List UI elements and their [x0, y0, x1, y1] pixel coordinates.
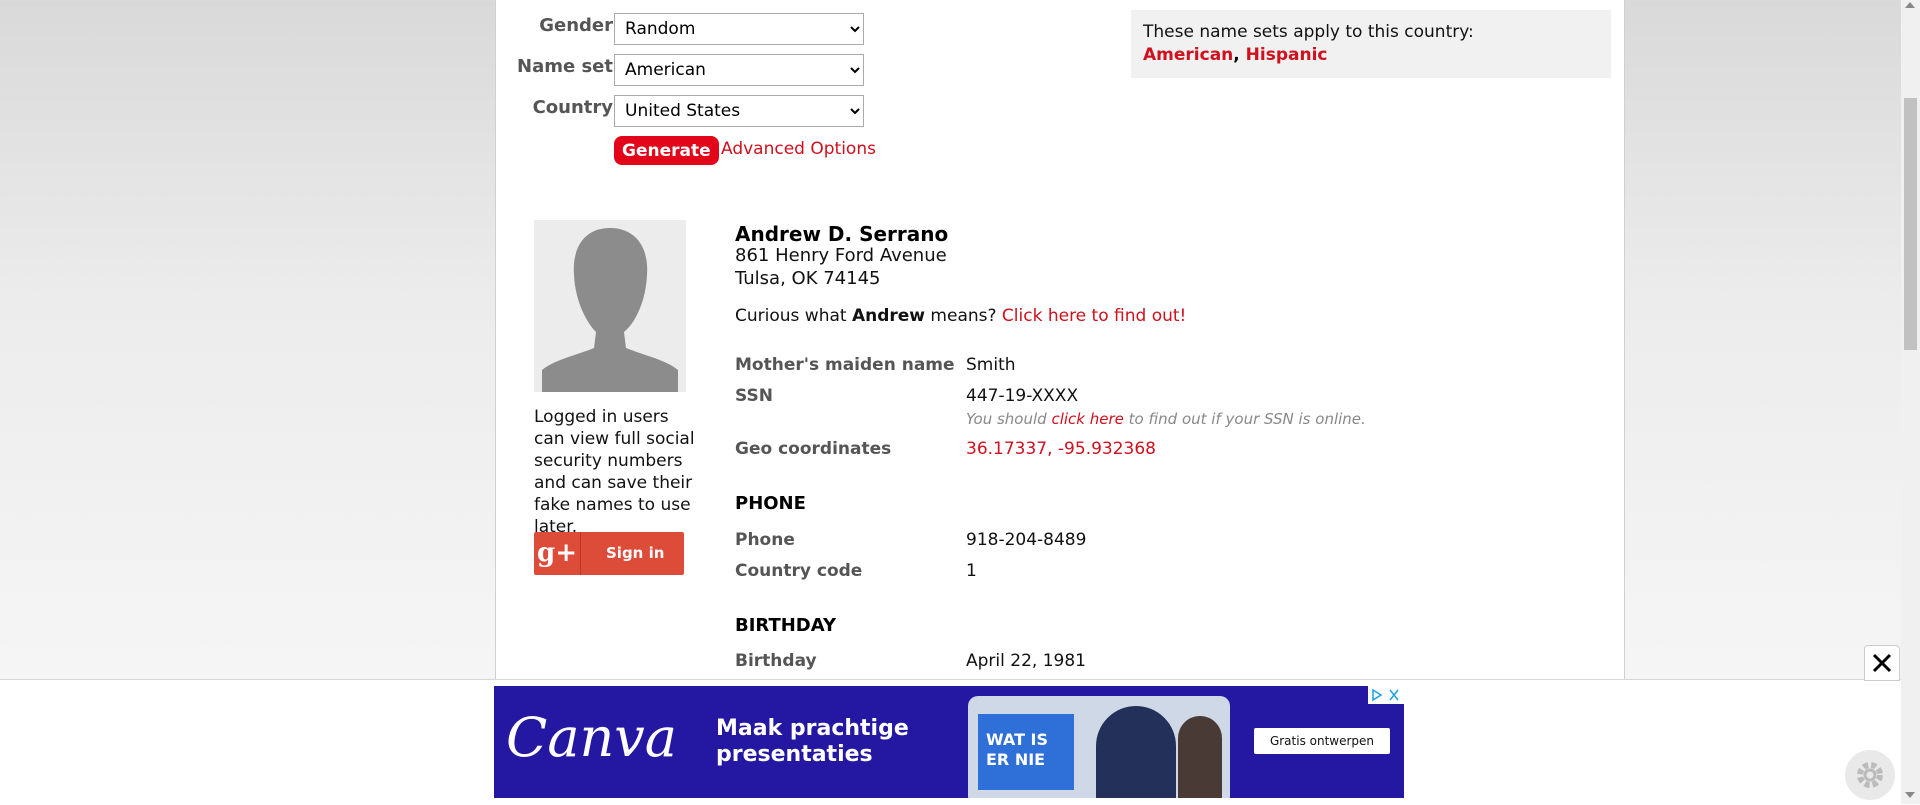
- country-code-label: Country code: [735, 561, 863, 581]
- scrollbar[interactable]: [1901, 0, 1920, 804]
- close-ad-button[interactable]: [1864, 645, 1900, 681]
- maiden-label: Mother's maiden name: [735, 355, 955, 375]
- phone-value: 918-204-8489: [966, 530, 1087, 550]
- curious-post: means?: [930, 306, 997, 326]
- ad-slide-text: WAT IS ER NIE: [986, 730, 1049, 769]
- avatar: [534, 220, 686, 392]
- nameset-label: Name set: [517, 56, 613, 77]
- gender-select[interactable]: Random: [614, 13, 864, 45]
- advanced-options-link[interactable]: Advanced Options: [721, 139, 876, 159]
- country-label: Country: [532, 97, 613, 118]
- nameset-link-american[interactable]: American: [1143, 45, 1233, 65]
- person-name: Andrew D. Serrano: [735, 222, 949, 246]
- birthday-value: April 22, 1981: [966, 651, 1086, 671]
- canva-ad[interactable]: Canva Maak prachtige presentaties WAT IS…: [494, 686, 1404, 798]
- google-plus-icon: g+: [534, 532, 581, 575]
- signin-label: Sign in: [606, 544, 665, 562]
- scroll-thumb[interactable]: [1904, 98, 1917, 350]
- silhouette-icon: [534, 220, 686, 392]
- close-icon: [1872, 653, 1892, 673]
- ad-brand: Canva: [506, 706, 677, 769]
- ssn-label: SSN: [735, 386, 773, 406]
- ad-slide: WAT IS ER NIE: [978, 714, 1074, 790]
- ssn-value: 447-19-XXXX: [966, 386, 1079, 406]
- address-line-2: Tulsa, OK 74145: [735, 268, 881, 289]
- ad-cta-button[interactable]: Gratis ontwerpen: [1254, 728, 1390, 754]
- ssn-check-link[interactable]: click here: [1051, 410, 1123, 428]
- birthday-heading: BIRTHDAY: [735, 615, 836, 636]
- curious-name: Andrew: [851, 306, 926, 326]
- ad-image: WAT IS ER NIE: [968, 696, 1230, 798]
- country-code-value: 1: [966, 561, 977, 581]
- phone-heading: PHONE: [735, 493, 806, 514]
- login-note: Logged in users can view full social sec…: [534, 407, 695, 537]
- maiden-value: Smith: [966, 355, 1016, 375]
- ad-person-icon-2: [1178, 716, 1222, 798]
- info-separator: ,: [1233, 45, 1240, 65]
- curious-pre: Curious what: [735, 306, 847, 326]
- gender-label: Gender: [539, 15, 613, 36]
- ad-person-icon: [1096, 706, 1176, 798]
- gear-icon: [1857, 762, 1883, 788]
- name-meaning-link[interactable]: Click here to find out!: [1002, 306, 1186, 326]
- ad-headline: Maak prachtige presentaties: [716, 716, 909, 767]
- nameset-info-box: These name sets apply to this country: A…: [1131, 10, 1611, 78]
- address-line-1: 861 Henry Ford Avenue: [735, 245, 947, 266]
- adchoices-icon[interactable]: [1368, 686, 1404, 704]
- geo-coordinates-link[interactable]: 36.17337, -95.932368: [966, 439, 1156, 459]
- country-select[interactable]: United States: [614, 95, 864, 127]
- settings-button[interactable]: [1845, 750, 1895, 800]
- phone-label: Phone: [735, 530, 795, 550]
- geo-label: Geo coordinates: [735, 439, 892, 459]
- scroll-down-arrow-icon[interactable]: [1905, 792, 1915, 798]
- scroll-up-arrow-icon[interactable]: [1905, 2, 1915, 8]
- ssn-note-post: to find out if your SSN is online.: [1128, 410, 1366, 428]
- nameset-link-hispanic[interactable]: Hispanic: [1246, 45, 1328, 65]
- nameset-select[interactable]: American: [614, 54, 864, 86]
- birthday-label: Birthday: [735, 651, 817, 671]
- google-signin-button[interactable]: g+ Sign in: [534, 532, 684, 575]
- name-meaning-line: Curious what Andrew means? Click here to…: [735, 306, 1186, 326]
- ssn-note-pre: You should: [966, 410, 1047, 428]
- generate-button[interactable]: Generate: [614, 136, 719, 165]
- ssn-note: You should click here to find out if you…: [966, 410, 1366, 428]
- info-text: These name sets apply to this country:: [1143, 22, 1474, 42]
